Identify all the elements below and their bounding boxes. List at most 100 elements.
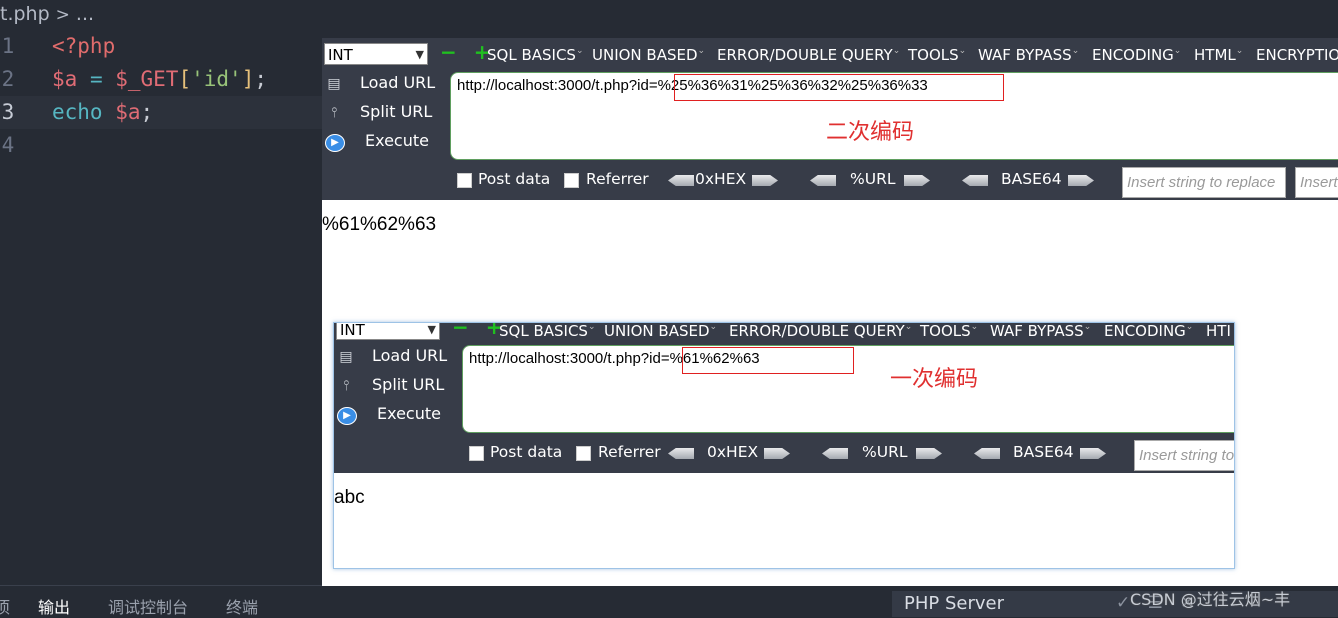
menu-sql-basics[interactable]: SQL BASICS⌄: [499, 323, 596, 340]
split-url-button[interactable]: ⫯ Split URL: [334, 373, 464, 399]
annotation-double-encoding: 二次编码: [826, 120, 915, 145]
menu-sql-basics[interactable]: SQL BASICS⌄: [487, 46, 584, 64]
base64-encode-arrow-icon[interactable]: [1080, 448, 1106, 459]
menu-union-based[interactable]: UNION BASED⌄: [592, 46, 705, 64]
code-line[interactable]: 2 $a = $_GET['id'];: [0, 63, 322, 96]
split-icon: ⫯: [330, 105, 338, 121]
code-token: [: [178, 67, 192, 91]
url-label: %URL: [850, 170, 896, 188]
execute-button[interactable]: ▶ Execute: [334, 402, 464, 428]
code-text[interactable]: $a = $_GET['id'];: [52, 63, 267, 96]
url-decode-arrow-icon[interactable]: [810, 175, 836, 186]
hex-encode-arrow-icon[interactable]: [764, 448, 790, 459]
code-token: $a: [52, 67, 78, 91]
play-icon: ▶: [337, 407, 357, 425]
menu-error-double-query[interactable]: ERROR/DOUBLE QUERY⌄: [729, 323, 912, 340]
tab-output[interactable]: 输出: [38, 594, 70, 618]
post-data-label: Post data: [490, 443, 563, 461]
load-url-button[interactable]: ▤ Load URL: [322, 71, 452, 97]
url-label: %URL: [862, 443, 908, 461]
breadcrumb[interactable]: t.php >...: [0, 0, 94, 28]
code-text[interactable]: <?php: [52, 30, 115, 63]
code-token: ]: [241, 67, 255, 91]
hackbar-menu-row: INT ▼ − + SQL BASICS⌄ UNION BASED⌄ ERROR…: [322, 38, 1338, 72]
code-token: ;: [254, 67, 267, 91]
tab-debug-console[interactable]: 调试控制台: [108, 594, 188, 618]
load-url-button[interactable]: ▤ Load URL: [334, 344, 464, 370]
menu-error-double-query[interactable]: ERROR/DOUBLE QUERY⌄: [717, 46, 900, 64]
chevron-down-icon: ▼: [427, 323, 436, 336]
split-url-button[interactable]: ⫯ Split URL: [322, 100, 452, 126]
menu-encoding[interactable]: ENCODING⌄: [1092, 46, 1181, 64]
url-prefix: http://localhost:3000/t.php?id: [457, 77, 649, 94]
injection-type-select[interactable]: INT ▼: [336, 323, 440, 340]
code-line[interactable]: 1 <?php: [0, 30, 322, 63]
chevron-down-icon: ▼: [415, 48, 424, 61]
menu-encryption[interactable]: ENCRYPTION: [1256, 46, 1338, 64]
hackbar-toolbar: INT ▼ − + SQL BASICS⌄ UNION BASED⌄ ERROR…: [334, 323, 1234, 473]
replace-search-input[interactable]: [1122, 167, 1286, 198]
code-token: echo: [52, 100, 103, 124]
tab-terminal[interactable]: 终端: [226, 594, 258, 618]
highlight-box: [682, 347, 854, 374]
hex-decode-arrow-icon[interactable]: [668, 175, 694, 186]
code-token: $a: [115, 100, 141, 124]
replace-with-input[interactable]: [1295, 167, 1338, 198]
menu-tools[interactable]: TOOLS⌄: [908, 46, 966, 64]
watermark: CSDN @过往云烟~丰: [1130, 590, 1291, 609]
code-text[interactable]: echo $a;: [52, 96, 153, 129]
injection-type-value: INT: [340, 323, 365, 339]
base64-decode-arrow-icon[interactable]: [974, 448, 1000, 459]
hex-encode-arrow-icon[interactable]: [752, 175, 778, 186]
menu-union-based[interactable]: UNION BASED⌄: [604, 323, 717, 340]
menu-tools[interactable]: TOOLS⌄: [920, 323, 978, 340]
breadcrumb-more[interactable]: ...: [76, 3, 94, 25]
url-encode-arrow-icon[interactable]: [904, 175, 930, 186]
referrer-checkbox[interactable]: [564, 173, 579, 188]
code-token: 'id': [191, 67, 242, 91]
base64-decode-arrow-icon[interactable]: [962, 175, 988, 186]
referrer-label: Referrer: [586, 170, 649, 188]
browser-panel-single-encoding: INT ▼ − + SQL BASICS⌄ UNION BASED⌄ ERROR…: [333, 322, 1235, 569]
code-line[interactable]: 3 echo $a;: [0, 96, 322, 129]
code-token: $_GET: [115, 67, 179, 91]
url-encode-arrow-icon[interactable]: [916, 448, 942, 459]
bottom-panel-tabs: 项 输出 调试控制台 终端: [0, 585, 322, 618]
page-output: %61%62%63: [322, 214, 437, 235]
code-token: ;: [140, 100, 154, 124]
menu-html[interactable]: HTML⌄: [1194, 46, 1243, 64]
page-output: abc: [334, 487, 365, 508]
menu-html[interactable]: HTI: [1206, 323, 1231, 340]
code-token: <?php: [52, 34, 116, 58]
code-token: =: [77, 67, 116, 91]
line-number: 1: [1, 34, 15, 58]
base64-label: BASE64: [1001, 170, 1062, 188]
url-prefix: http://localhost:3000/t.php?id: [469, 350, 661, 367]
post-data-checkbox[interactable]: [469, 446, 484, 461]
execute-button[interactable]: ▶ Execute: [322, 129, 452, 155]
menu-waf-bypass[interactable]: WAF BYPASS⌄: [978, 46, 1079, 64]
replace-search-input[interactable]: [1134, 440, 1234, 471]
annotation-single-encoding: 一次编码: [890, 367, 979, 392]
hackbar-toolbar: INT ▼ − + SQL BASICS⌄ UNION BASED⌄ ERROR…: [322, 38, 1338, 200]
hex-decode-arrow-icon[interactable]: [668, 448, 694, 459]
code-area[interactable]: 1 <?php 2 $a = $_GET['id']; 3 echo $a; 4: [0, 30, 322, 162]
injection-type-value: INT: [328, 46, 353, 64]
post-data-checkbox[interactable]: [457, 173, 472, 188]
base64-encode-arrow-icon[interactable]: [1068, 175, 1094, 186]
tab-problems[interactable]: 项: [0, 594, 10, 618]
referrer-checkbox[interactable]: [576, 446, 591, 461]
url-decode-arrow-icon[interactable]: [822, 448, 848, 459]
base64-label: BASE64: [1013, 443, 1074, 461]
breadcrumb-file[interactable]: t.php: [0, 3, 50, 25]
breadcrumb-separator: >: [55, 5, 70, 25]
line-number: 3: [1, 100, 15, 124]
output-channel-select[interactable]: PHP Server: [904, 593, 1004, 614]
injection-type-select[interactable]: INT ▼: [324, 43, 428, 65]
split-icon: ⫯: [342, 378, 350, 394]
line-number: 4: [1, 133, 15, 157]
menu-waf-bypass[interactable]: WAF BYPASS⌄: [990, 323, 1091, 340]
menu-encoding[interactable]: ENCODING⌄: [1104, 323, 1193, 340]
code-line[interactable]: 4: [0, 129, 322, 162]
hackbar-options-row: Post data Referrer 0xHEX %URL BASE64: [334, 437, 1234, 471]
